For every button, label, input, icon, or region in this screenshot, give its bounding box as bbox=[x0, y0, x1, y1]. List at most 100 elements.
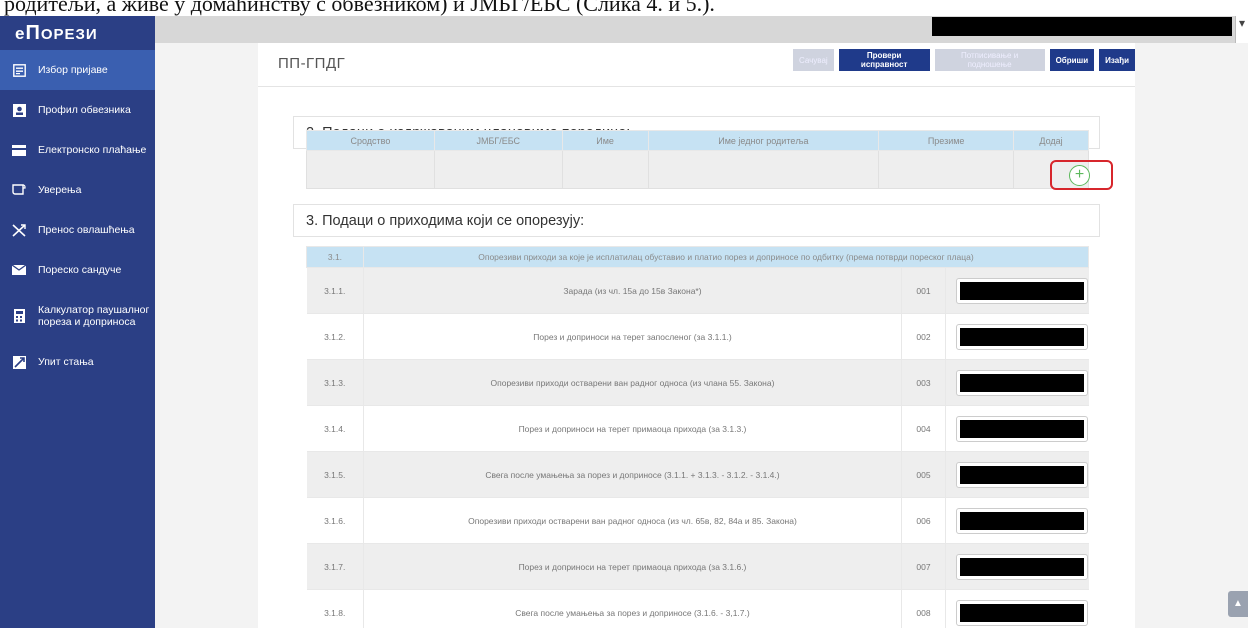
profile-card-icon bbox=[12, 103, 26, 117]
top-bar: ▾ bbox=[155, 16, 1248, 43]
sidebar-item-label-line2: пореза и доприноса bbox=[38, 316, 136, 328]
sidebar-item-label-line1: Калкулатор паушалног bbox=[38, 304, 150, 316]
row-description: Свега после умањења за порез и доприносе… bbox=[363, 589, 903, 628]
exit-button[interactable]: Изађи bbox=[1099, 49, 1135, 71]
row-value-cell bbox=[945, 359, 1089, 406]
col-parent-name: Име једног родитеља bbox=[647, 130, 880, 151]
redacted-value bbox=[959, 465, 1084, 484]
header-num: 3.1. bbox=[306, 246, 364, 268]
redacted-value bbox=[959, 419, 1084, 438]
table-row: 3.1.8. Свега после умањења за порез и доп… bbox=[306, 589, 1089, 628]
row-value-cell bbox=[945, 267, 1089, 314]
sidebar-item-label: Профил обвезника bbox=[38, 104, 131, 116]
sidebar-item-certificates[interactable]: Уверења bbox=[0, 170, 155, 210]
sidebar-item-authorization-transfer[interactable]: Пренос овлашћења bbox=[0, 210, 155, 250]
col-jmbg: ЈМБГ/ЕБС bbox=[433, 130, 563, 151]
row-code: 006 bbox=[901, 497, 946, 544]
amount-input[interactable] bbox=[955, 369, 1088, 396]
logo-part-e: е bbox=[15, 24, 26, 43]
income-table-header-row: 3.1. Опорезиви приходи за које је исплат… bbox=[306, 246, 1090, 268]
row-description: Порез и доприноси на терет запосленог (з… bbox=[363, 313, 903, 360]
app-logo[interactable]: еПорези bbox=[0, 16, 155, 50]
col-relation: Сродство bbox=[306, 130, 435, 151]
section-title-text: 3. Подаци о приходима који се опорезују: bbox=[306, 213, 585, 229]
mailbox-icon bbox=[12, 263, 26, 277]
sidebar-item-flat-tax-calculator[interactable]: Калкулатор паушалног пореза и доприноса bbox=[0, 290, 155, 342]
row-value-cell bbox=[945, 313, 1089, 360]
cell-parent-name[interactable] bbox=[647, 150, 880, 189]
sidebar-item-label: Избор пријаве bbox=[38, 64, 108, 76]
row-value-cell bbox=[945, 543, 1089, 590]
amount-input[interactable] bbox=[955, 415, 1088, 442]
row-description: Порез и доприноси на терет примаоца прих… bbox=[363, 543, 903, 590]
row-value-cell bbox=[945, 497, 1089, 544]
sidebar-item-form-select[interactable]: Избор пријаве bbox=[0, 50, 155, 90]
redacted-value bbox=[959, 603, 1084, 622]
table-row: 3.1.1. Зарада (из чл. 15а до 15в Закона*)… bbox=[306, 267, 1089, 314]
row-description: Порез и доприноси на терет примаоца прих… bbox=[363, 405, 903, 452]
user-menu-toggle[interactable]: ▾ bbox=[1235, 16, 1248, 43]
row-value-cell bbox=[945, 589, 1089, 628]
form-code-title: ПП-ГПДГ bbox=[278, 55, 346, 72]
cell-relation[interactable] bbox=[306, 150, 435, 189]
calculator-icon bbox=[12, 309, 26, 323]
col-name: Име bbox=[561, 130, 649, 151]
table-row: 3.1.3. Опорезиви приходи остварени ван ра… bbox=[306, 359, 1089, 406]
amount-input[interactable] bbox=[955, 277, 1088, 304]
main-area: ПП-ГПДГ Сачувај Провери исправност Потпи… bbox=[155, 43, 1248, 628]
redacted-value bbox=[959, 327, 1084, 346]
amount-input[interactable] bbox=[955, 507, 1088, 534]
amount-input[interactable] bbox=[955, 323, 1088, 350]
row-description: Опорезиви приходи остварени ван радног о… bbox=[363, 497, 903, 544]
row-num: 3.1.5. bbox=[306, 451, 364, 498]
row-code: 005 bbox=[901, 451, 946, 498]
cell-surname[interactable] bbox=[878, 150, 1015, 189]
cell-jmbg[interactable] bbox=[433, 150, 563, 189]
dependents-table: Сродство ЈМБГ/ЕБС Име Име једног родитељ… bbox=[306, 130, 1089, 189]
logo-part-p: П bbox=[25, 22, 41, 44]
delete-button[interactable]: Обриши bbox=[1049, 49, 1095, 71]
certificate-icon bbox=[12, 183, 26, 197]
save-button[interactable]: Сачувај bbox=[793, 49, 834, 71]
sidebar-item-e-payment[interactable]: Електронско плаћање bbox=[0, 130, 155, 170]
sidebar: еПорези Избор пријаве Профил обвезника Е… bbox=[0, 16, 155, 628]
redacted-value bbox=[959, 281, 1084, 300]
row-code: 001 bbox=[901, 267, 946, 314]
row-num: 3.1.7. bbox=[306, 543, 364, 590]
validate-button[interactable]: Провери исправност bbox=[838, 49, 930, 71]
table-row: 3.1.5. Свега после умањења за порез и доп… bbox=[306, 451, 1089, 498]
chevron-up-icon: ▲ bbox=[1233, 598, 1243, 609]
row-num: 3.1.4. bbox=[306, 405, 364, 452]
row-num: 3.1.3. bbox=[306, 359, 364, 406]
sidebar-item-taxpayer-profile[interactable]: Профил обвезника bbox=[0, 90, 155, 130]
section-3-title: 3. Подаци о приходима који се опорезују: bbox=[293, 204, 1100, 237]
row-description: Опорезиви приходи остварени ван радног о… bbox=[363, 359, 903, 406]
row-num: 3.1.6. bbox=[306, 497, 364, 544]
redacted-user-info bbox=[932, 17, 1232, 36]
amount-input[interactable] bbox=[955, 599, 1088, 626]
sidebar-item-label: Калкулатор паушалног пореза и доприноса bbox=[38, 304, 149, 328]
amount-input[interactable] bbox=[955, 461, 1088, 488]
sidebar-item-label: Уверења bbox=[38, 184, 82, 196]
row-num: 3.1.1. bbox=[306, 267, 364, 314]
row-code: 003 bbox=[901, 359, 946, 406]
col-add: Додај bbox=[1013, 130, 1089, 151]
row-code: 002 bbox=[901, 313, 946, 360]
income-table: 3.1. Опорезиви приходи за које је исплат… bbox=[306, 246, 1090, 628]
row-value-cell bbox=[945, 405, 1089, 452]
scroll-to-top-button[interactable]: ▲ bbox=[1228, 591, 1248, 617]
sidebar-item-balance-inquiry[interactable]: Упит стања bbox=[0, 342, 155, 382]
row-num: 3.1.2. bbox=[306, 313, 364, 360]
logo-part-rest: орези bbox=[40, 26, 98, 43]
add-dependent-button[interactable]: + bbox=[1069, 165, 1090, 186]
sidebar-item-label: Пренос овлашћења bbox=[38, 224, 135, 236]
form-toolbar: Сачувај Провери исправност Потписивање и… bbox=[793, 49, 1135, 71]
amount-input[interactable] bbox=[955, 553, 1088, 580]
sign-submit-button[interactable]: Потписивање и подношење bbox=[934, 49, 1045, 71]
sidebar-item-tax-mailbox[interactable]: Пореско сандуче bbox=[0, 250, 155, 290]
document-text-strip: родитељи, а живе у домаћинству с обвезни… bbox=[0, 0, 1248, 16]
table-row: 3.1.4. Порез и доприноси на терет примаоц… bbox=[306, 405, 1089, 452]
redacted-value bbox=[959, 511, 1084, 530]
cell-name[interactable] bbox=[561, 150, 649, 189]
row-description: Зарада (из чл. 15а до 15в Закона*) bbox=[363, 267, 903, 314]
